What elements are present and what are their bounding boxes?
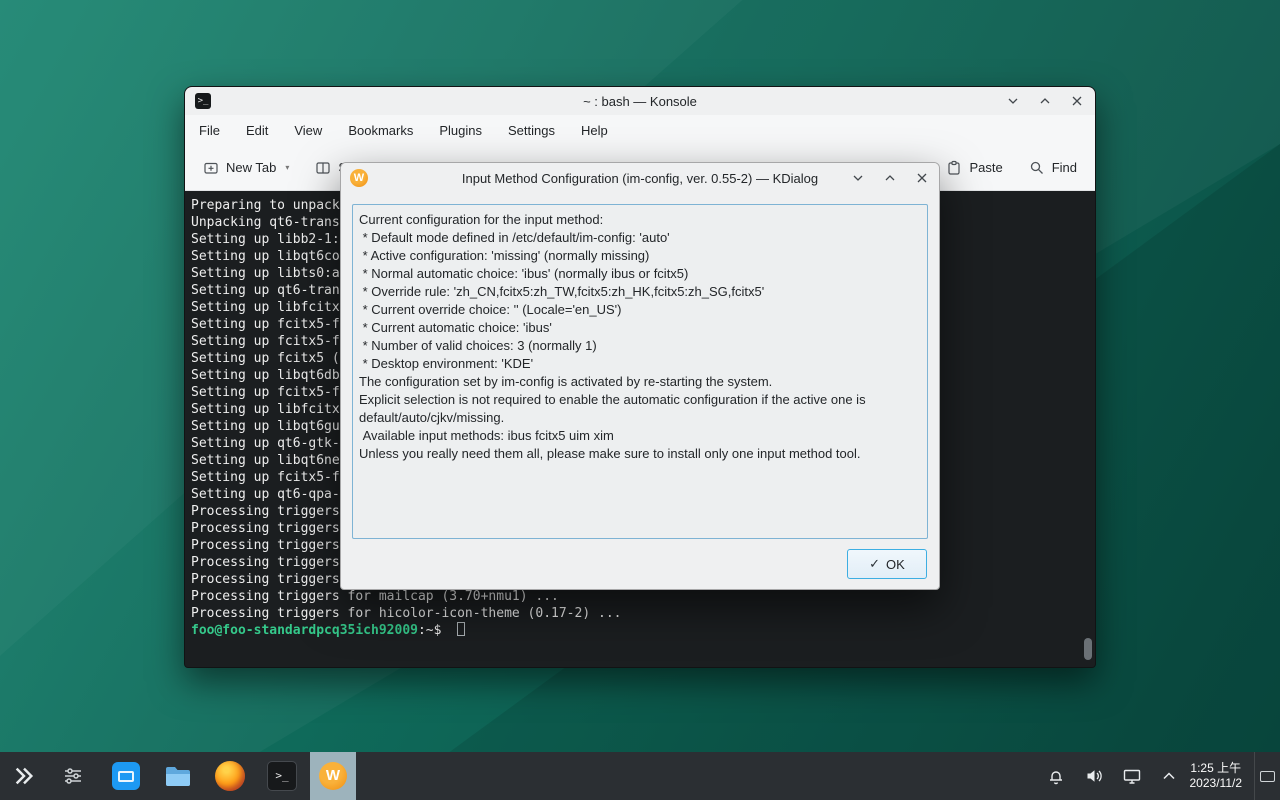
menu-item[interactable]: Edit	[246, 123, 268, 138]
paste-label: Paste	[969, 160, 1002, 175]
firefox-icon	[215, 761, 245, 791]
konsole-task-button[interactable]: >_	[260, 752, 304, 800]
menu-item[interactable]: View	[294, 123, 322, 138]
taskbar-panel: >_ W 1:25 上午 2023/11/2	[0, 752, 1280, 800]
dialog-text-line: The configuration set by im-config is ac…	[359, 373, 921, 391]
dialog-text-line: * Default mode defined in /etc/default/i…	[359, 229, 921, 247]
dialog-text-line: Unless you really need them all, please …	[359, 445, 921, 463]
folder-icon	[163, 761, 193, 791]
clock-date: 2023/11/2	[1190, 776, 1243, 791]
dialog-message-textview[interactable]: Current configuration for the input meth…	[352, 204, 928, 539]
im-config-icon: W	[319, 762, 347, 790]
prompt-user-host: foo@foo-standardpcq35ich92009	[191, 623, 418, 638]
prompt-path: :~$	[418, 623, 449, 638]
konsole-icon: >_	[195, 93, 211, 109]
blue-app-icon	[112, 762, 140, 790]
dolphin-task-button[interactable]	[158, 752, 198, 800]
menu-item[interactable]: File	[199, 123, 220, 138]
display-icon[interactable]	[1122, 766, 1142, 786]
ok-button[interactable]: ✓ OK	[847, 549, 927, 579]
expand-tray-arrow-icon[interactable]	[1160, 767, 1178, 785]
desktop-wallpaper: >_ ~ : bash — Konsole File Edit View Bookma…	[0, 0, 1280, 800]
dialog-text-line: * Normal automatic choice: 'ibus' (norma…	[359, 265, 921, 283]
firefox-task-button[interactable]	[210, 752, 250, 800]
new-tab-label: New Tab	[226, 160, 276, 175]
new-tab-icon	[203, 160, 219, 176]
im-config-icon: W	[350, 169, 368, 187]
paste-button[interactable]: Paste	[946, 160, 1002, 176]
task-manager-settings-button[interactable]	[56, 752, 90, 800]
konsole-window-title: ~ : bash — Konsole	[185, 94, 1095, 109]
dialog-text-line: * Number of valid choices: 3 (normally 1…	[359, 337, 921, 355]
dialog-text-line: Available input methods: ibus fcitx5 uim…	[359, 427, 921, 445]
kdialog-titlebar[interactable]: W Input Method Configuration (im-config,…	[341, 163, 939, 193]
clock-time: 1:25 上午	[1190, 761, 1243, 776]
close-icon[interactable]	[1069, 93, 1085, 109]
dialog-text-line: * Override rule: 'zh_CN,fcitx5:zh_TW,fci…	[359, 283, 921, 301]
terminal-cursor	[457, 622, 465, 636]
sliders-icon	[62, 765, 84, 787]
terminal-prompt-line: foo@foo-standardpcq35ich92009:~$	[191, 622, 1091, 639]
dialog-text-line: * Current automatic choice: 'ibus'	[359, 319, 921, 337]
maximize-icon[interactable]	[1037, 93, 1053, 109]
close-icon[interactable]	[914, 170, 930, 186]
dialog-text-line: * Desktop environment: 'KDE'	[359, 355, 921, 373]
dialog-text-line: Current configuration for the input meth…	[359, 211, 921, 229]
maximize-icon[interactable]	[882, 170, 898, 186]
paste-icon	[946, 160, 962, 176]
menu-item[interactable]: Plugins	[439, 123, 482, 138]
dialog-text-line: * Active configuration: 'missing' (norma…	[359, 247, 921, 265]
ok-button-label: OK	[886, 557, 905, 572]
terminal-scrollbar[interactable]	[1084, 638, 1092, 660]
minimize-icon[interactable]	[1005, 93, 1021, 109]
minimize-icon[interactable]	[850, 170, 866, 186]
dialog-text-line: * Current override choice: '' (Locale='e…	[359, 301, 921, 319]
split-view-icon	[315, 160, 331, 176]
konsole-icon: >_	[267, 761, 297, 791]
check-icon: ✓	[869, 556, 880, 572]
app-launcher-button[interactable]	[4, 752, 44, 800]
show-desktop-button[interactable]	[1254, 752, 1280, 800]
system-tray	[1046, 766, 1178, 786]
find-label: Find	[1052, 160, 1077, 175]
menu-item[interactable]: Settings	[508, 123, 555, 138]
konsole-titlebar[interactable]: >_ ~ : bash — Konsole	[185, 87, 1095, 115]
kdialog-active-task-button[interactable]: W	[310, 752, 356, 800]
terminal-output-line: Processing triggers for mailcap (3.70+nm…	[191, 588, 1091, 605]
find-button[interactable]: Find	[1029, 160, 1077, 176]
menu-item[interactable]: Bookmarks	[348, 123, 413, 138]
show-desktop-icon	[1260, 771, 1275, 782]
search-icon	[1029, 160, 1045, 176]
chevron-down-icon: ▾	[285, 163, 289, 172]
kdialog-window: W Input Method Configuration (im-config,…	[340, 162, 940, 590]
menu-item[interactable]: Help	[581, 123, 608, 138]
volume-icon[interactable]	[1084, 766, 1104, 786]
notifications-icon[interactable]	[1046, 766, 1066, 786]
dialog-text-line: Explicit selection is not required to en…	[359, 391, 921, 427]
terminal-output-line: Processing triggers for hicolor-icon-the…	[191, 605, 1091, 622]
app-launcher-icon	[13, 765, 35, 787]
konsole-menubar: File Edit View Bookmarks Plugins Settings Help	[185, 115, 1095, 145]
new-tab-button[interactable]: New Tab ▾	[203, 160, 289, 176]
clock-widget[interactable]: 1:25 上午 2023/11/2	[1190, 761, 1243, 791]
blue-app-task-button[interactable]	[106, 752, 146, 800]
